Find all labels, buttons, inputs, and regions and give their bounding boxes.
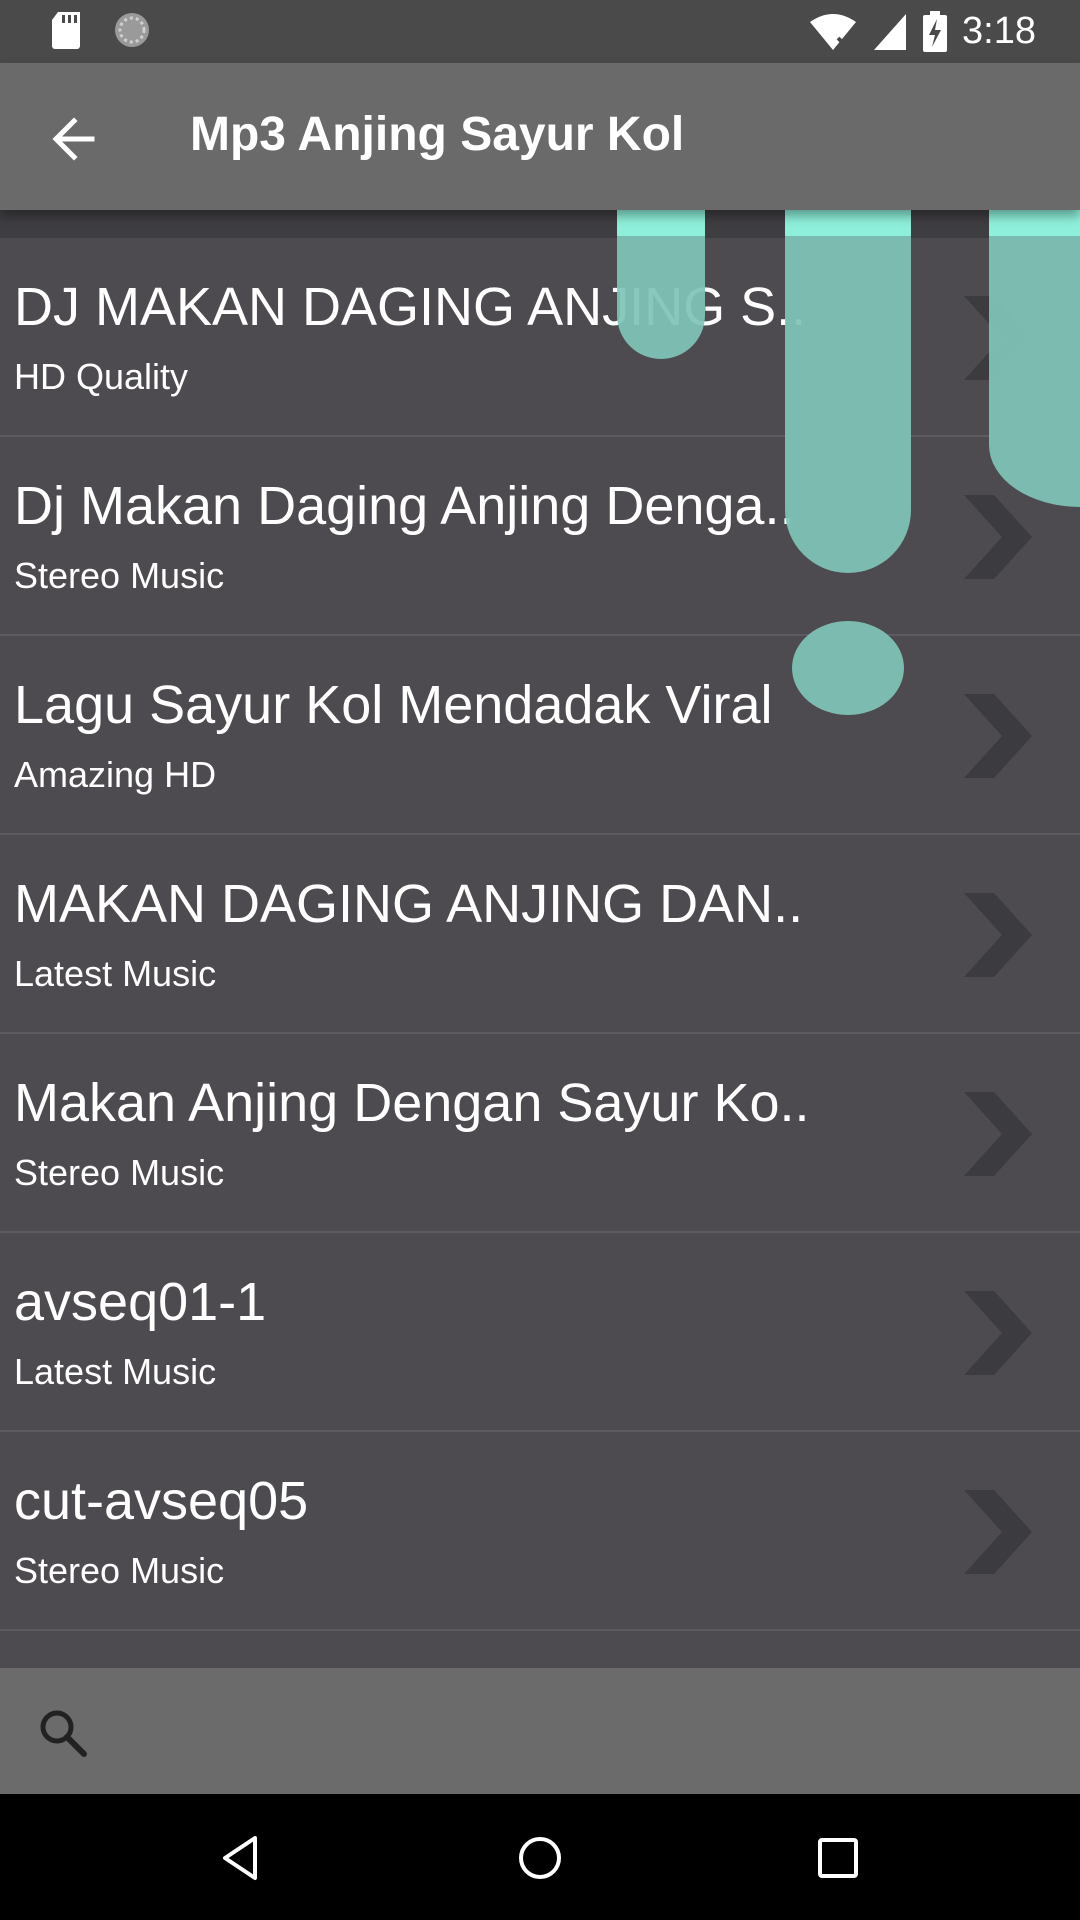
nav-back-icon[interactable] [215, 1832, 267, 1884]
back-arrow-icon[interactable] [44, 109, 104, 169]
nav-home-icon[interactable] [514, 1832, 566, 1884]
battery-charging-icon [923, 10, 948, 52]
item-title: cut-avseq05 [14, 1471, 309, 1531]
sync-icon [115, 13, 149, 47]
signal-icon [874, 13, 907, 50]
chevron-right-icon [964, 1490, 1032, 1574]
chevron-right-icon [964, 296, 1032, 380]
item-title: Makan Anjing Dengan Sayur Ko.. [14, 1073, 810, 1133]
item-subtitle: Latest Music [14, 953, 217, 994]
chevron-right-icon [964, 495, 1032, 579]
search-bar [0, 1668, 1080, 1794]
list-item-partial[interactable] [0, 1631, 1080, 1668]
nav-recents-icon[interactable] [812, 1832, 864, 1884]
page-title: Mp3 Anjing Sayur Kol [190, 108, 685, 161]
list-item[interactable]: Makan Anjing Dengan Sayur Ko.. Stereo Mu… [0, 1034, 1080, 1233]
clock: 3:18 [962, 10, 1036, 52]
item-subtitle: Stereo Music [14, 555, 225, 596]
item-title: MAKAN DAGING ANJING DAN.. [14, 874, 804, 934]
system-nav-bar [0, 1794, 1080, 1920]
item-subtitle: Stereo Music [14, 1152, 225, 1193]
song-list: DJ MAKAN DAGING ANJING S.. HD Quality Dj… [0, 238, 1080, 1668]
item-title: avseq01-1 [14, 1272, 267, 1332]
list-item[interactable]: MAKAN DAGING ANJING DAN.. Latest Music [0, 835, 1080, 1034]
chevron-right-icon [964, 1291, 1032, 1375]
list-item[interactable]: DJ MAKAN DAGING ANJING S.. HD Quality [0, 238, 1080, 437]
item-title: Dj Makan Daging Anjing Denga.. [14, 476, 795, 536]
status-bar: 3:18 [0, 0, 1080, 63]
item-subtitle: Stereo Music [14, 1550, 225, 1591]
search-icon[interactable] [36, 1706, 90, 1760]
list-item[interactable]: Lagu Sayur Kol Mendadak Viral Amazing HD [0, 636, 1080, 835]
item-title: Lagu Sayur Kol Mendadak Viral [14, 675, 773, 735]
wifi-icon [810, 13, 857, 50]
chevron-right-icon [964, 1092, 1032, 1176]
search-input[interactable] [110, 1698, 1034, 1766]
sd-card-icon [52, 12, 80, 49]
list-item[interactable]: cut-avseq05 Stereo Music [0, 1432, 1080, 1631]
app-bar: Mp3 Anjing Sayur Kol [0, 63, 1080, 210]
chevron-right-icon [964, 893, 1032, 977]
item-subtitle: Latest Music [14, 1351, 217, 1392]
header-shadow-band [0, 210, 1080, 238]
item-title: DJ MAKAN DAGING ANJING S.. [14, 277, 807, 337]
chevron-right-icon [964, 694, 1032, 778]
list-item[interactable]: Dj Makan Daging Anjing Denga.. Stereo Mu… [0, 437, 1080, 636]
item-subtitle: Amazing HD [14, 754, 217, 795]
item-subtitle: HD Quality [14, 356, 189, 397]
list-item[interactable]: avseq01-1 Latest Music [0, 1233, 1080, 1432]
